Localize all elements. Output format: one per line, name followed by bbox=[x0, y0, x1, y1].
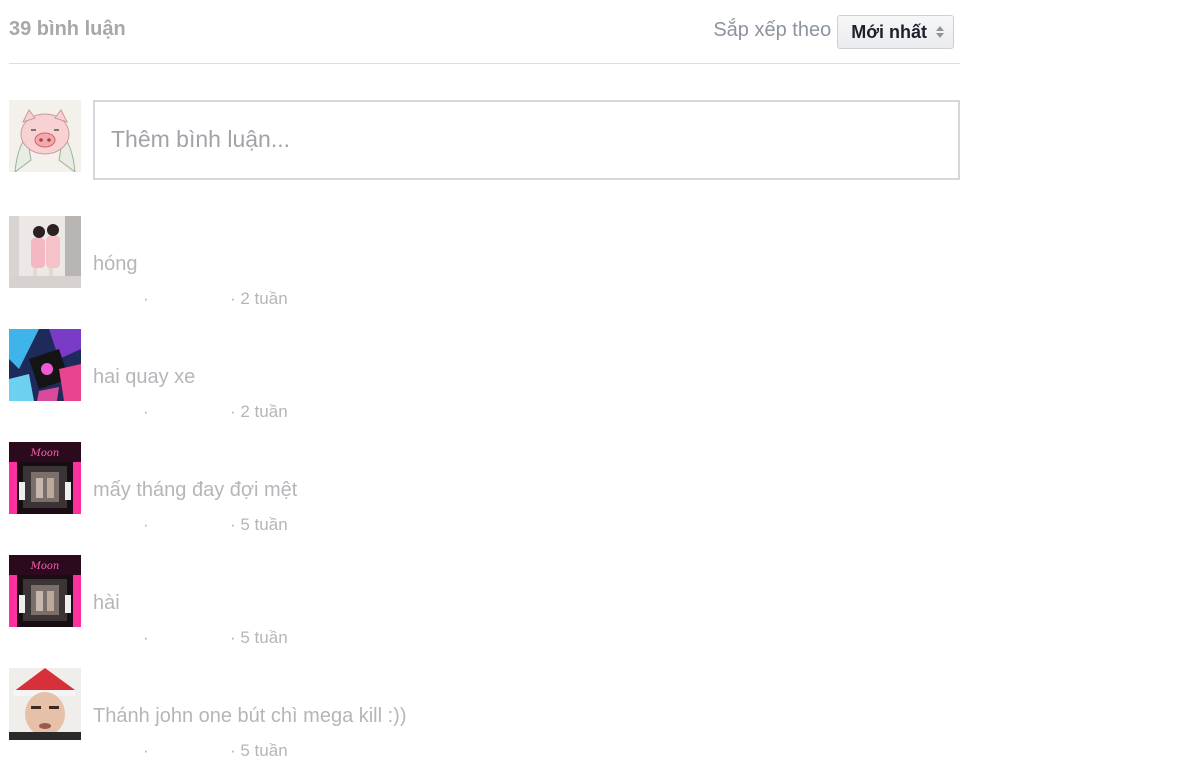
meta-separator: · bbox=[143, 402, 149, 421]
meta-separator: · bbox=[143, 628, 149, 647]
comment-item: hóng · · 2 tuần bbox=[9, 216, 960, 316]
comment-text: hóng bbox=[93, 253, 138, 275]
comment-time[interactable]: · 2 tuần bbox=[230, 289, 288, 309]
comment-time[interactable]: · 5 tuần bbox=[230, 515, 288, 535]
sort-control: Sắp xếp theo Mới nhất bbox=[713, 15, 954, 49]
comment-time[interactable]: · 5 tuần bbox=[230, 628, 288, 648]
sort-arrows-icon bbox=[936, 25, 944, 39]
comments-header: 39 bình luận Sắp xếp theo Mới nhất bbox=[9, 0, 960, 64]
meta-separator: · bbox=[143, 289, 149, 308]
comment-text: hai quay xe bbox=[93, 366, 196, 388]
current-user-avatar bbox=[9, 100, 81, 172]
commenter-avatar[interactable] bbox=[9, 329, 81, 401]
comment-item: Moon mấy tháng đay đợi mệt · · 5 tuần bbox=[9, 442, 960, 542]
comment-text: hài bbox=[93, 592, 120, 614]
comment-item: Moon hài · · 5 tuần bbox=[9, 555, 960, 655]
comment-time[interactable]: · 5 tuần bbox=[230, 741, 288, 761]
comments-plugin: 39 bình luận Sắp xếp theo Mới nhất Thêm … bbox=[9, 0, 960, 760]
commenter-avatar[interactable] bbox=[9, 216, 81, 288]
comment-item: hai quay xe · · 2 tuần bbox=[9, 329, 960, 429]
sort-select[interactable]: Mới nhất bbox=[837, 15, 954, 49]
meta-separator: · bbox=[143, 515, 149, 534]
comment-time[interactable]: · 2 tuần bbox=[230, 402, 288, 422]
sort-select-value: Mới nhất bbox=[851, 21, 927, 42]
comment-text: Thánh john one bút chì mega kill :)) bbox=[93, 705, 407, 727]
commenter-avatar[interactable]: Moon bbox=[9, 555, 81, 627]
meta-separator: · bbox=[143, 741, 149, 760]
comment-input[interactable]: Thêm bình luận... bbox=[93, 100, 960, 180]
comment-text: mấy tháng đay đợi mệt bbox=[93, 479, 298, 501]
comment-count: 39 bình luận bbox=[9, 18, 126, 40]
svg-text:Moon: Moon bbox=[30, 448, 60, 459]
svg-text:Moon: Moon bbox=[30, 561, 60, 572]
comment-composer: Thêm bình luận... bbox=[9, 100, 960, 180]
commenter-avatar[interactable] bbox=[9, 668, 81, 740]
comment-item: Thánh john one bút chì mega kill :)) · ·… bbox=[9, 668, 960, 768]
commenter-avatar[interactable]: Moon bbox=[9, 442, 81, 514]
sort-label: Sắp xếp theo bbox=[713, 18, 832, 41]
